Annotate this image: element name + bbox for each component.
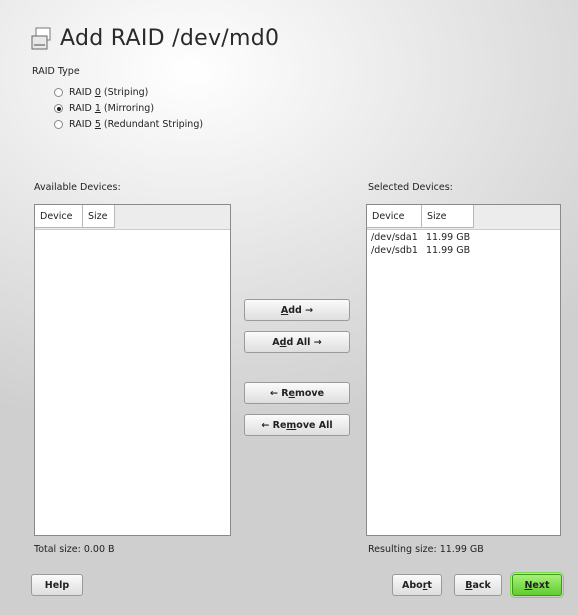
raid0-label: RAID 0 (Striping) bbox=[69, 87, 149, 98]
remove-all-button[interactable]: ← Re m ove All bbox=[244, 414, 350, 436]
table-row[interactable]: /dev/sdb1 11.99 GB bbox=[367, 245, 560, 258]
selected-devices-label: Selected Devices: bbox=[368, 182, 453, 193]
raid-type-label: RAID Type bbox=[32, 66, 80, 77]
remove-button[interactable]: ← Re move bbox=[244, 382, 350, 404]
total-size-label: Total size: 0.00 B bbox=[34, 544, 115, 555]
add-all-button[interactable]: Add All → bbox=[244, 331, 350, 353]
radio-button[interactable] bbox=[54, 88, 63, 97]
hard-drive-icon bbox=[30, 27, 52, 51]
column-header-size[interactable]: Size bbox=[83, 205, 115, 228]
page-title: Add RAID /dev/md0 bbox=[30, 26, 279, 51]
column-header-size[interactable]: Size bbox=[422, 205, 474, 228]
resulting-size-label: Resulting size: 11.99 GB bbox=[368, 544, 484, 555]
radio-button-selected[interactable] bbox=[54, 104, 63, 113]
back-button[interactable]: Back bbox=[454, 574, 502, 596]
table-header: Device Size bbox=[367, 205, 560, 230]
raid0-radio[interactable]: RAID 0 (Striping) bbox=[54, 87, 148, 98]
abort-button[interactable]: Abo r t bbox=[392, 574, 442, 596]
title-text: Add RAID /dev/md0 bbox=[60, 26, 280, 51]
help-button[interactable]: Help bbox=[31, 574, 83, 596]
next-button[interactable]: Next bbox=[510, 572, 564, 598]
raid5-radio[interactable]: RAID 5 (Redundant Striping) bbox=[54, 119, 203, 130]
table-header: Device Size bbox=[35, 205, 230, 230]
raid1-radio[interactable]: RAID 1 (Mirroring) bbox=[54, 103, 154, 114]
raid5-label: RAID 5 (Redundant Striping) bbox=[69, 119, 204, 130]
raid1-label: RAID 1 (Mirroring) bbox=[69, 103, 155, 114]
device-cell: /dev/sda1 bbox=[371, 232, 418, 243]
size-cell: 11.99 GB bbox=[426, 232, 471, 243]
size-cell: 11.99 GB bbox=[426, 245, 471, 256]
selected-devices-table[interactable]: Device Size /dev/sda1 11.99 GB /dev/sdb1… bbox=[366, 204, 561, 536]
available-devices-table[interactable]: Device Size bbox=[34, 204, 231, 536]
table-row[interactable]: /dev/sda1 11.99 GB bbox=[367, 232, 560, 245]
radio-button[interactable] bbox=[54, 120, 63, 129]
device-cell: /dev/sdb1 bbox=[371, 245, 418, 256]
add-button[interactable]: Add → bbox=[244, 299, 350, 321]
column-header-device[interactable]: Device bbox=[367, 205, 422, 228]
column-header-device[interactable]: Device bbox=[35, 205, 83, 228]
available-devices-label: Available Devices: bbox=[34, 182, 121, 193]
